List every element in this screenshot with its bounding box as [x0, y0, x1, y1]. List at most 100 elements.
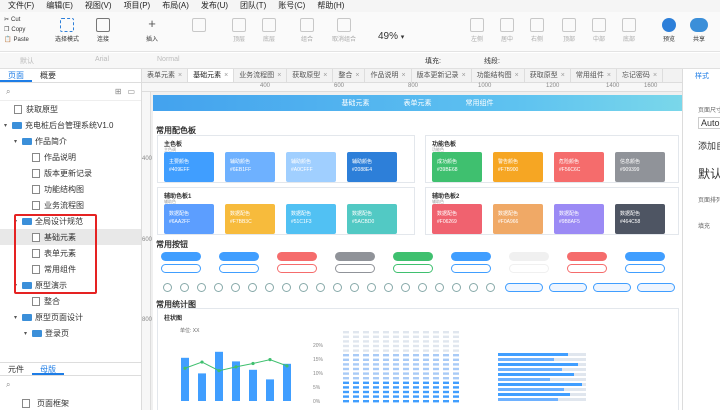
bottom-layer-button[interactable]: 底层: [262, 18, 276, 43]
caret-down-icon[interactable]: ▾: [4, 122, 12, 129]
copy-button[interactable]: ❐ Copy: [4, 25, 29, 35]
sample-button[interactable]: [335, 264, 375, 273]
caret-down-icon[interactable]: ▾: [14, 282, 22, 289]
sample-icon-button[interactable]: [248, 283, 257, 292]
align-middle-button[interactable]: 中部: [592, 18, 606, 43]
share-button[interactable]: 共享: [690, 18, 708, 43]
sample-icon-button[interactable]: [163, 283, 172, 292]
sample-button[interactable]: [335, 252, 375, 261]
doc-tab[interactable]: 忘记密码 ×: [617, 69, 664, 82]
sample-button[interactable]: [451, 264, 491, 273]
group-button[interactable]: 组合: [300, 18, 314, 43]
doc-tab[interactable]: 获取原型 ×: [525, 69, 571, 82]
sample-icon-button[interactable]: [469, 283, 478, 292]
tree-item[interactable]: 作品说明: [0, 149, 141, 165]
sample-icon-button[interactable]: [197, 283, 206, 292]
caret-down-icon[interactable]: ▾: [14, 138, 22, 145]
tree-item[interactable]: 业务流程图: [0, 197, 141, 213]
sample-icon-button[interactable]: [265, 283, 274, 292]
default-style[interactable]: 默认: [698, 165, 720, 182]
top-layer-button[interactable]: 顶层: [232, 18, 246, 43]
align-center-button[interactable]: 居中: [500, 18, 514, 43]
sample-button[interactable]: [393, 264, 433, 273]
sample-icon-button[interactable]: [316, 283, 325, 292]
sample-icon-button[interactable]: [384, 283, 393, 292]
align-top-button[interactable]: 顶部: [562, 18, 576, 43]
connect-button[interactable]: 连接: [96, 18, 110, 43]
style-select[interactable]: 默认: [20, 56, 34, 66]
sample-button[interactable]: [509, 252, 549, 261]
menu-project[interactable]: 项目(P): [118, 0, 157, 12]
search-icon[interactable]: ⌕: [6, 87, 10, 97]
tree-item[interactable]: 获取原型: [0, 101, 141, 117]
sample-button[interactable]: [277, 252, 317, 261]
tab-pages[interactable]: 页面: [0, 69, 32, 82]
sample-icon-button[interactable]: [214, 283, 223, 292]
sample-button[interactable]: [625, 264, 665, 273]
close-icon[interactable]: ×: [401, 69, 405, 82]
sample-button[interactable]: [219, 252, 259, 261]
banner-item[interactable]: 基础元素: [342, 98, 370, 108]
doc-tab[interactable]: 常用组件 ×: [571, 69, 617, 82]
sample-button[interactable]: [161, 264, 201, 273]
align-right-button[interactable]: 右侧: [530, 18, 544, 43]
tree-item[interactable]: ▾ 充电桩后台管理系统V1.0: [0, 117, 141, 133]
sample-icon-button[interactable]: [401, 283, 410, 292]
menu-help[interactable]: 帮助(H): [311, 0, 350, 12]
sample-button[interactable]: [567, 252, 607, 261]
banner-item[interactable]: 表单元素: [404, 98, 432, 108]
sample-button[interactable]: [451, 252, 491, 261]
cut-button[interactable]: ✂ Cut: [4, 15, 29, 25]
sample-icon-button[interactable]: [231, 283, 240, 292]
tree-item[interactable]: ▾ 作品简介: [0, 133, 141, 149]
insert-button[interactable]: + 插入: [145, 17, 159, 43]
menu-view[interactable]: 视图(V): [79, 0, 118, 12]
sample-icon-button[interactable]: [299, 283, 308, 292]
sample-button[interactable]: [219, 264, 259, 273]
caret-down-icon[interactable]: ▾: [24, 330, 32, 337]
design-page[interactable]: 基础元素 表单元素 常用组件 常用配色板 主色板 主色调 主要颜色 #409EFF…: [153, 95, 682, 410]
close-icon[interactable]: ×: [178, 69, 182, 82]
doc-tab[interactable]: 版本更新记录 ×: [412, 69, 472, 82]
add-folder-icon[interactable]: ▭: [127, 87, 135, 96]
ungroup-button[interactable]: 取消组合: [332, 18, 356, 43]
sample-button[interactable]: [393, 252, 433, 261]
tab-components[interactable]: 元件: [0, 363, 32, 375]
sample-button[interactable]: [509, 264, 549, 273]
menu-layout[interactable]: 布局(A): [156, 0, 195, 12]
menu-team[interactable]: 团队(T): [234, 0, 272, 12]
sample-icon-button[interactable]: [180, 283, 189, 292]
menu-edit[interactable]: 编辑(E): [40, 0, 79, 12]
masters-search-icon[interactable]: ⌕: [6, 380, 10, 390]
point-button[interactable]: [192, 18, 206, 34]
zoom-select[interactable]: 49% ▾: [378, 31, 404, 42]
tree-item-selected[interactable]: 基础元素: [0, 229, 141, 245]
sample-outline-button[interactable]: [593, 283, 631, 292]
tree-item[interactable]: 功能结构图: [0, 181, 141, 197]
menu-account[interactable]: 账号(C): [272, 0, 311, 12]
banner-item[interactable]: 常用组件: [466, 98, 494, 108]
tab-outline[interactable]: 概要: [32, 69, 64, 82]
master-item[interactable]: 页面框架: [22, 398, 69, 409]
tree-item[interactable]: 版本更新记录: [0, 165, 141, 181]
sample-icon-button[interactable]: [486, 283, 495, 292]
doc-tab[interactable]: 业务流程图 ×: [234, 69, 288, 82]
close-icon[interactable]: ×: [653, 69, 657, 82]
sample-outline-button[interactable]: [549, 283, 587, 292]
doc-tab[interactable]: 整合 ×: [333, 69, 366, 82]
align-bottom-button[interactable]: 底部: [622, 18, 636, 43]
tree-item[interactable]: ▾ 原型页面设计: [0, 309, 141, 325]
close-icon[interactable]: ×: [607, 69, 611, 82]
paste-button[interactable]: 📋 Paste: [4, 35, 29, 45]
doc-tab[interactable]: 基础元素 ×: [188, 69, 235, 82]
sample-outline-button[interactable]: [505, 283, 543, 292]
tree-item[interactable]: 表单元素: [0, 245, 141, 261]
close-icon[interactable]: ×: [224, 69, 228, 82]
tree-item[interactable]: 整合: [0, 293, 141, 309]
doc-tab[interactable]: 功能结构图 ×: [472, 69, 525, 82]
sample-button[interactable]: [567, 264, 607, 273]
close-icon[interactable]: ×: [277, 69, 281, 82]
tree-item[interactable]: ▾ 全局设计规范: [0, 213, 141, 229]
close-icon[interactable]: ×: [462, 69, 466, 82]
font-style-select[interactable]: Normal: [157, 56, 180, 66]
